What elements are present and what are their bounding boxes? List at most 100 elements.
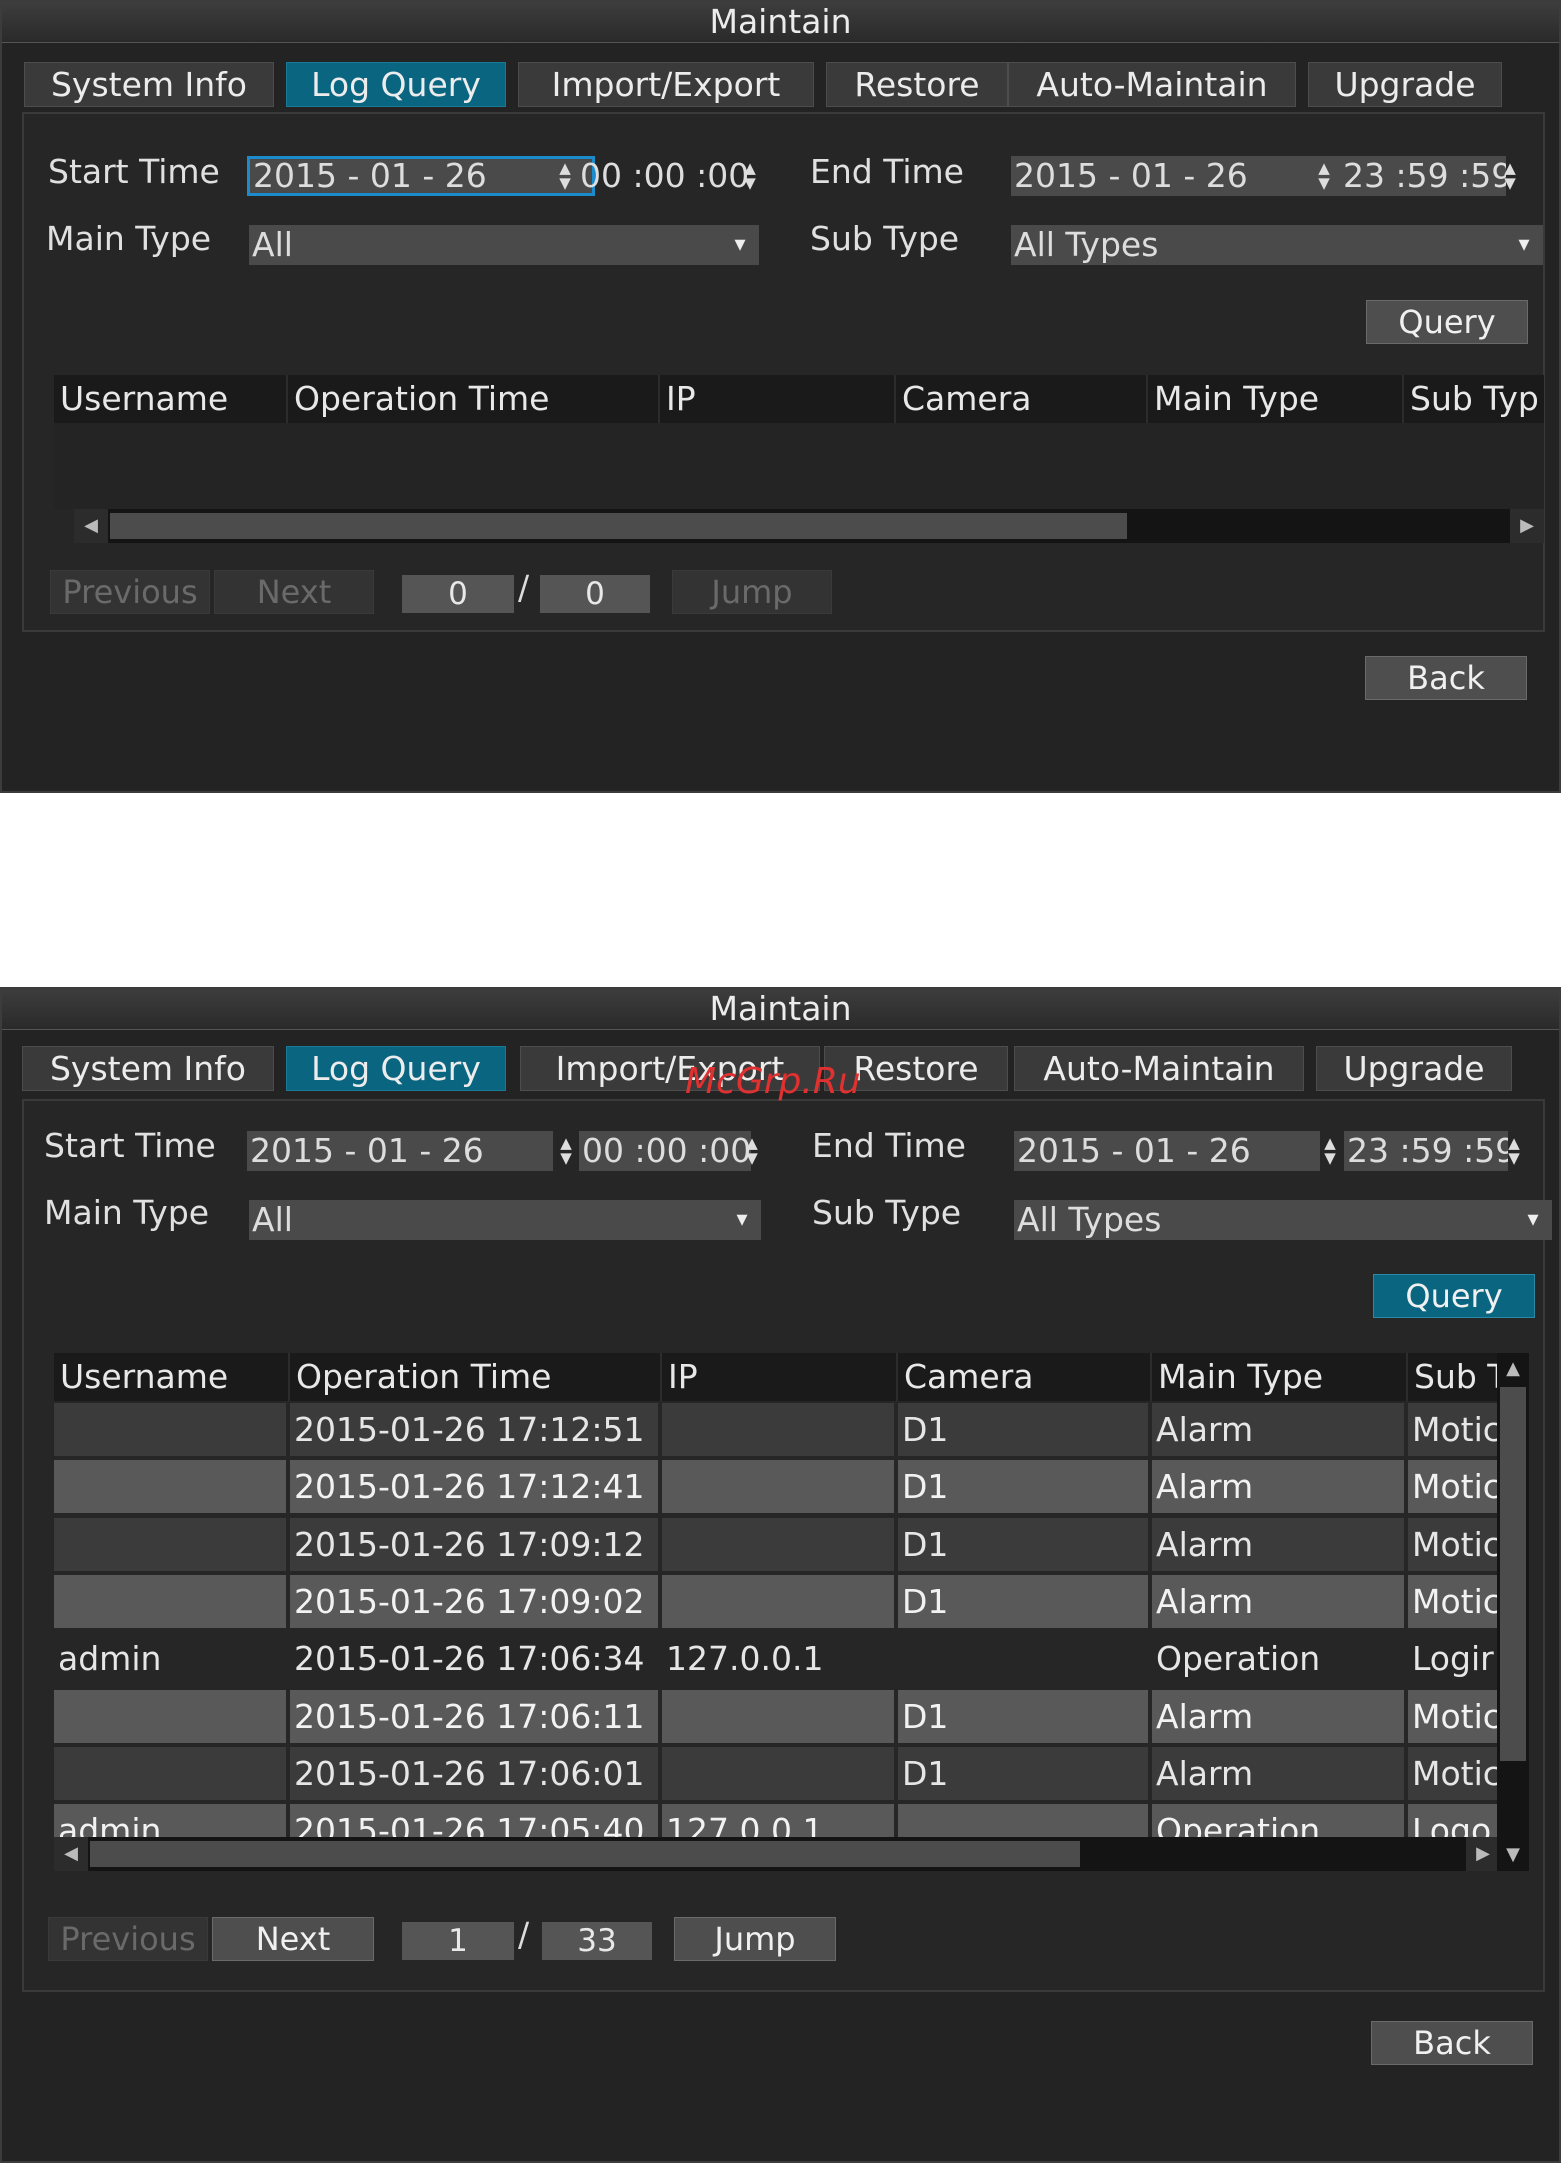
chevron-down-icon: ▾ [734, 232, 746, 257]
chevron-down-icon: ▾ [1527, 1207, 1539, 1232]
tab-auto-maintain[interactable]: Auto-Maintain [1014, 1046, 1304, 1091]
cell-main-type: Alarm [1152, 1689, 1404, 1743]
cell-ip [662, 1460, 894, 1514]
start-date-field[interactable]: 2015 - 01 - 26 [247, 156, 595, 196]
query-button[interactable]: Query [1373, 1274, 1535, 1318]
table-row[interactable]: 2015-01-26 17:12:51 D1 Alarm Motic [54, 1401, 1500, 1458]
spin-updown-icon[interactable]: ▲ ▼ [1310, 156, 1338, 196]
horizontal-scrollbar[interactable]: ◀ ▶ [54, 1837, 1500, 1871]
column-operation-time: Operation Time [290, 1353, 662, 1401]
back-button[interactable]: Back [1365, 656, 1527, 700]
end-clock-field[interactable]: 23 :59 :59 [1340, 156, 1506, 196]
end-time-label: End Time [812, 1126, 966, 1165]
jump-button[interactable]: Jump [674, 1917, 836, 1961]
tab-import-export[interactable]: Import/Export [518, 62, 814, 107]
log-table: Username Operation Time IP Camera Main T… [54, 1353, 1500, 1871]
spin-updown-icon[interactable]: ▲ ▼ [551, 156, 579, 196]
spin-updown-icon[interactable]: ▲ ▼ [1500, 1131, 1528, 1171]
cell-ip [662, 1403, 894, 1456]
page-separator: / [518, 1915, 530, 1954]
column-main-type: Main Type [1152, 1353, 1408, 1401]
next-button[interactable]: Next [212, 1917, 374, 1961]
column-operation-time: Operation Time [288, 375, 660, 423]
tab-system-info[interactable]: System Info [24, 62, 274, 107]
spin-updown-icon[interactable]: ▲ ▼ [1496, 156, 1524, 196]
spin-updown-icon[interactable]: ▲ ▼ [552, 1131, 580, 1171]
column-sub-type: Sub T [1414, 1357, 1500, 1396]
table-row[interactable]: admin 2015-01-26 17:06:34 127.0.0.1 Operati… [54, 1630, 1500, 1687]
total-pages-field: 0 [540, 575, 650, 613]
end-date-field[interactable]: 2015 - 01 - 26 [1014, 1131, 1320, 1171]
vertical-scrollbar[interactable]: ▲ ▼ [1497, 1353, 1529, 1871]
tab-upgrade[interactable]: Upgrade [1316, 1046, 1512, 1091]
scrollbar-thumb[interactable] [90, 1841, 1080, 1867]
next-button[interactable]: Next [214, 570, 374, 614]
cell-username [54, 1403, 286, 1456]
table-row[interactable]: 2015-01-26 17:09:02 D1 Alarm Motic [54, 1573, 1500, 1630]
cell-operation-time: 2015-01-26 17:06:11 [290, 1689, 658, 1743]
table-header: Username Operation Time IP Camera Main T… [54, 375, 1544, 423]
arrow-left-icon[interactable]: ◀ [74, 509, 108, 543]
column-sub-type: Sub Typ [1410, 379, 1539, 418]
cell-main-type: Operation [1156, 1639, 1321, 1679]
query-button[interactable]: Query [1366, 300, 1528, 344]
tab-log-query[interactable]: Log Query [286, 1046, 506, 1091]
table-row[interactable]: 2015-01-26 17:06:11 D1 Alarm Motic [54, 1688, 1500, 1745]
tab-auto-maintain[interactable]: Auto-Maintain [1008, 62, 1296, 107]
arrow-left-icon[interactable]: ◀ [54, 1837, 88, 1871]
cell-username [54, 1574, 286, 1628]
cell-camera: D1 [898, 1403, 1148, 1456]
tab-upgrade[interactable]: Upgrade [1308, 62, 1502, 107]
main-type-select[interactable]: All ▾ [249, 1200, 761, 1240]
table-body-empty [54, 423, 1544, 509]
start-clock-field[interactable]: 00 :00 :00 [579, 1131, 751, 1171]
back-button[interactable]: Back [1371, 2021, 1533, 2065]
arrow-down-icon[interactable]: ▼ [1497, 1839, 1529, 1871]
table-row[interactable]: 2015-01-26 17:06:01 D1 Alarm Motic [54, 1745, 1500, 1802]
total-pages-field: 33 [542, 1922, 652, 1960]
arrow-up-icon[interactable]: ▲ [1497, 1353, 1529, 1385]
spin-updown-icon[interactable]: ▲ ▼ [736, 156, 764, 196]
current-page-field[interactable]: 1 [402, 1922, 514, 1960]
sub-type-select[interactable]: All Types ▾ [1014, 1200, 1552, 1240]
spin-updown-icon[interactable]: ▲ ▼ [1316, 1131, 1344, 1171]
sub-type-label: Sub Type [810, 219, 960, 258]
end-clock-field[interactable]: 23 :59 :59 [1344, 1131, 1508, 1171]
spin-updown-icon[interactable]: ▲ ▼ [738, 1131, 766, 1171]
start-date-field[interactable]: 2015 - 01 - 26 [247, 1131, 553, 1171]
end-date-field[interactable]: 2015 - 01 - 26 [1011, 156, 1353, 196]
scrollbar-thumb[interactable] [1500, 1387, 1526, 1761]
current-page-field[interactable]: 0 [402, 575, 514, 613]
arrow-right-icon[interactable]: ▶ [1510, 509, 1544, 543]
cell-sub-type: Motic [1408, 1517, 1500, 1571]
log-query-content: Start Time 2015 - 01 - 26 ▲ ▼ 00 :00 :00 … [22, 1099, 1552, 1992]
tab-restore[interactable]: Restore [826, 62, 1008, 107]
cell-username [54, 1517, 286, 1571]
cell-sub-type: Motic [1408, 1574, 1500, 1628]
horizontal-scrollbar[interactable]: ◀ ▶ [74, 509, 1544, 543]
start-clock-field[interactable]: 00 :00 :00 [577, 156, 749, 196]
previous-button[interactable]: Previous [50, 570, 210, 614]
end-time-label: End Time [810, 152, 964, 191]
cell-operation-time: 2015-01-26 17:12:41 [290, 1460, 658, 1514]
page-separator: / [518, 568, 530, 607]
cell-ip: 127.0.0.1 [666, 1639, 824, 1679]
tab-system-info[interactable]: System Info [22, 1046, 274, 1091]
table-row[interactable]: 2015-01-26 17:09:12 D1 Alarm Motic [54, 1516, 1500, 1573]
cell-camera: D1 [898, 1517, 1148, 1571]
previous-button[interactable]: Previous [48, 1917, 208, 1961]
cell-username [54, 1460, 286, 1514]
tab-log-query[interactable]: Log Query [286, 62, 506, 107]
cell-username: admin [58, 1639, 162, 1679]
sub-type-value: All Types [1017, 1200, 1162, 1239]
log-table: Username Operation Time IP Camera Main T… [54, 375, 1544, 547]
window-title: Maintain [2, 2, 1559, 43]
table-row[interactable]: 2015-01-26 17:12:41 D1 Alarm Motic [54, 1458, 1500, 1515]
sub-type-select[interactable]: All Types ▾ [1011, 225, 1543, 265]
jump-button[interactable]: Jump [672, 570, 832, 614]
sub-type-value: All Types [1014, 225, 1159, 264]
main-type-select[interactable]: All ▾ [249, 225, 759, 265]
cell-sub-type: Motic [1408, 1689, 1500, 1743]
arrow-right-icon[interactable]: ▶ [1466, 1837, 1500, 1871]
scrollbar-thumb[interactable] [110, 513, 1127, 539]
